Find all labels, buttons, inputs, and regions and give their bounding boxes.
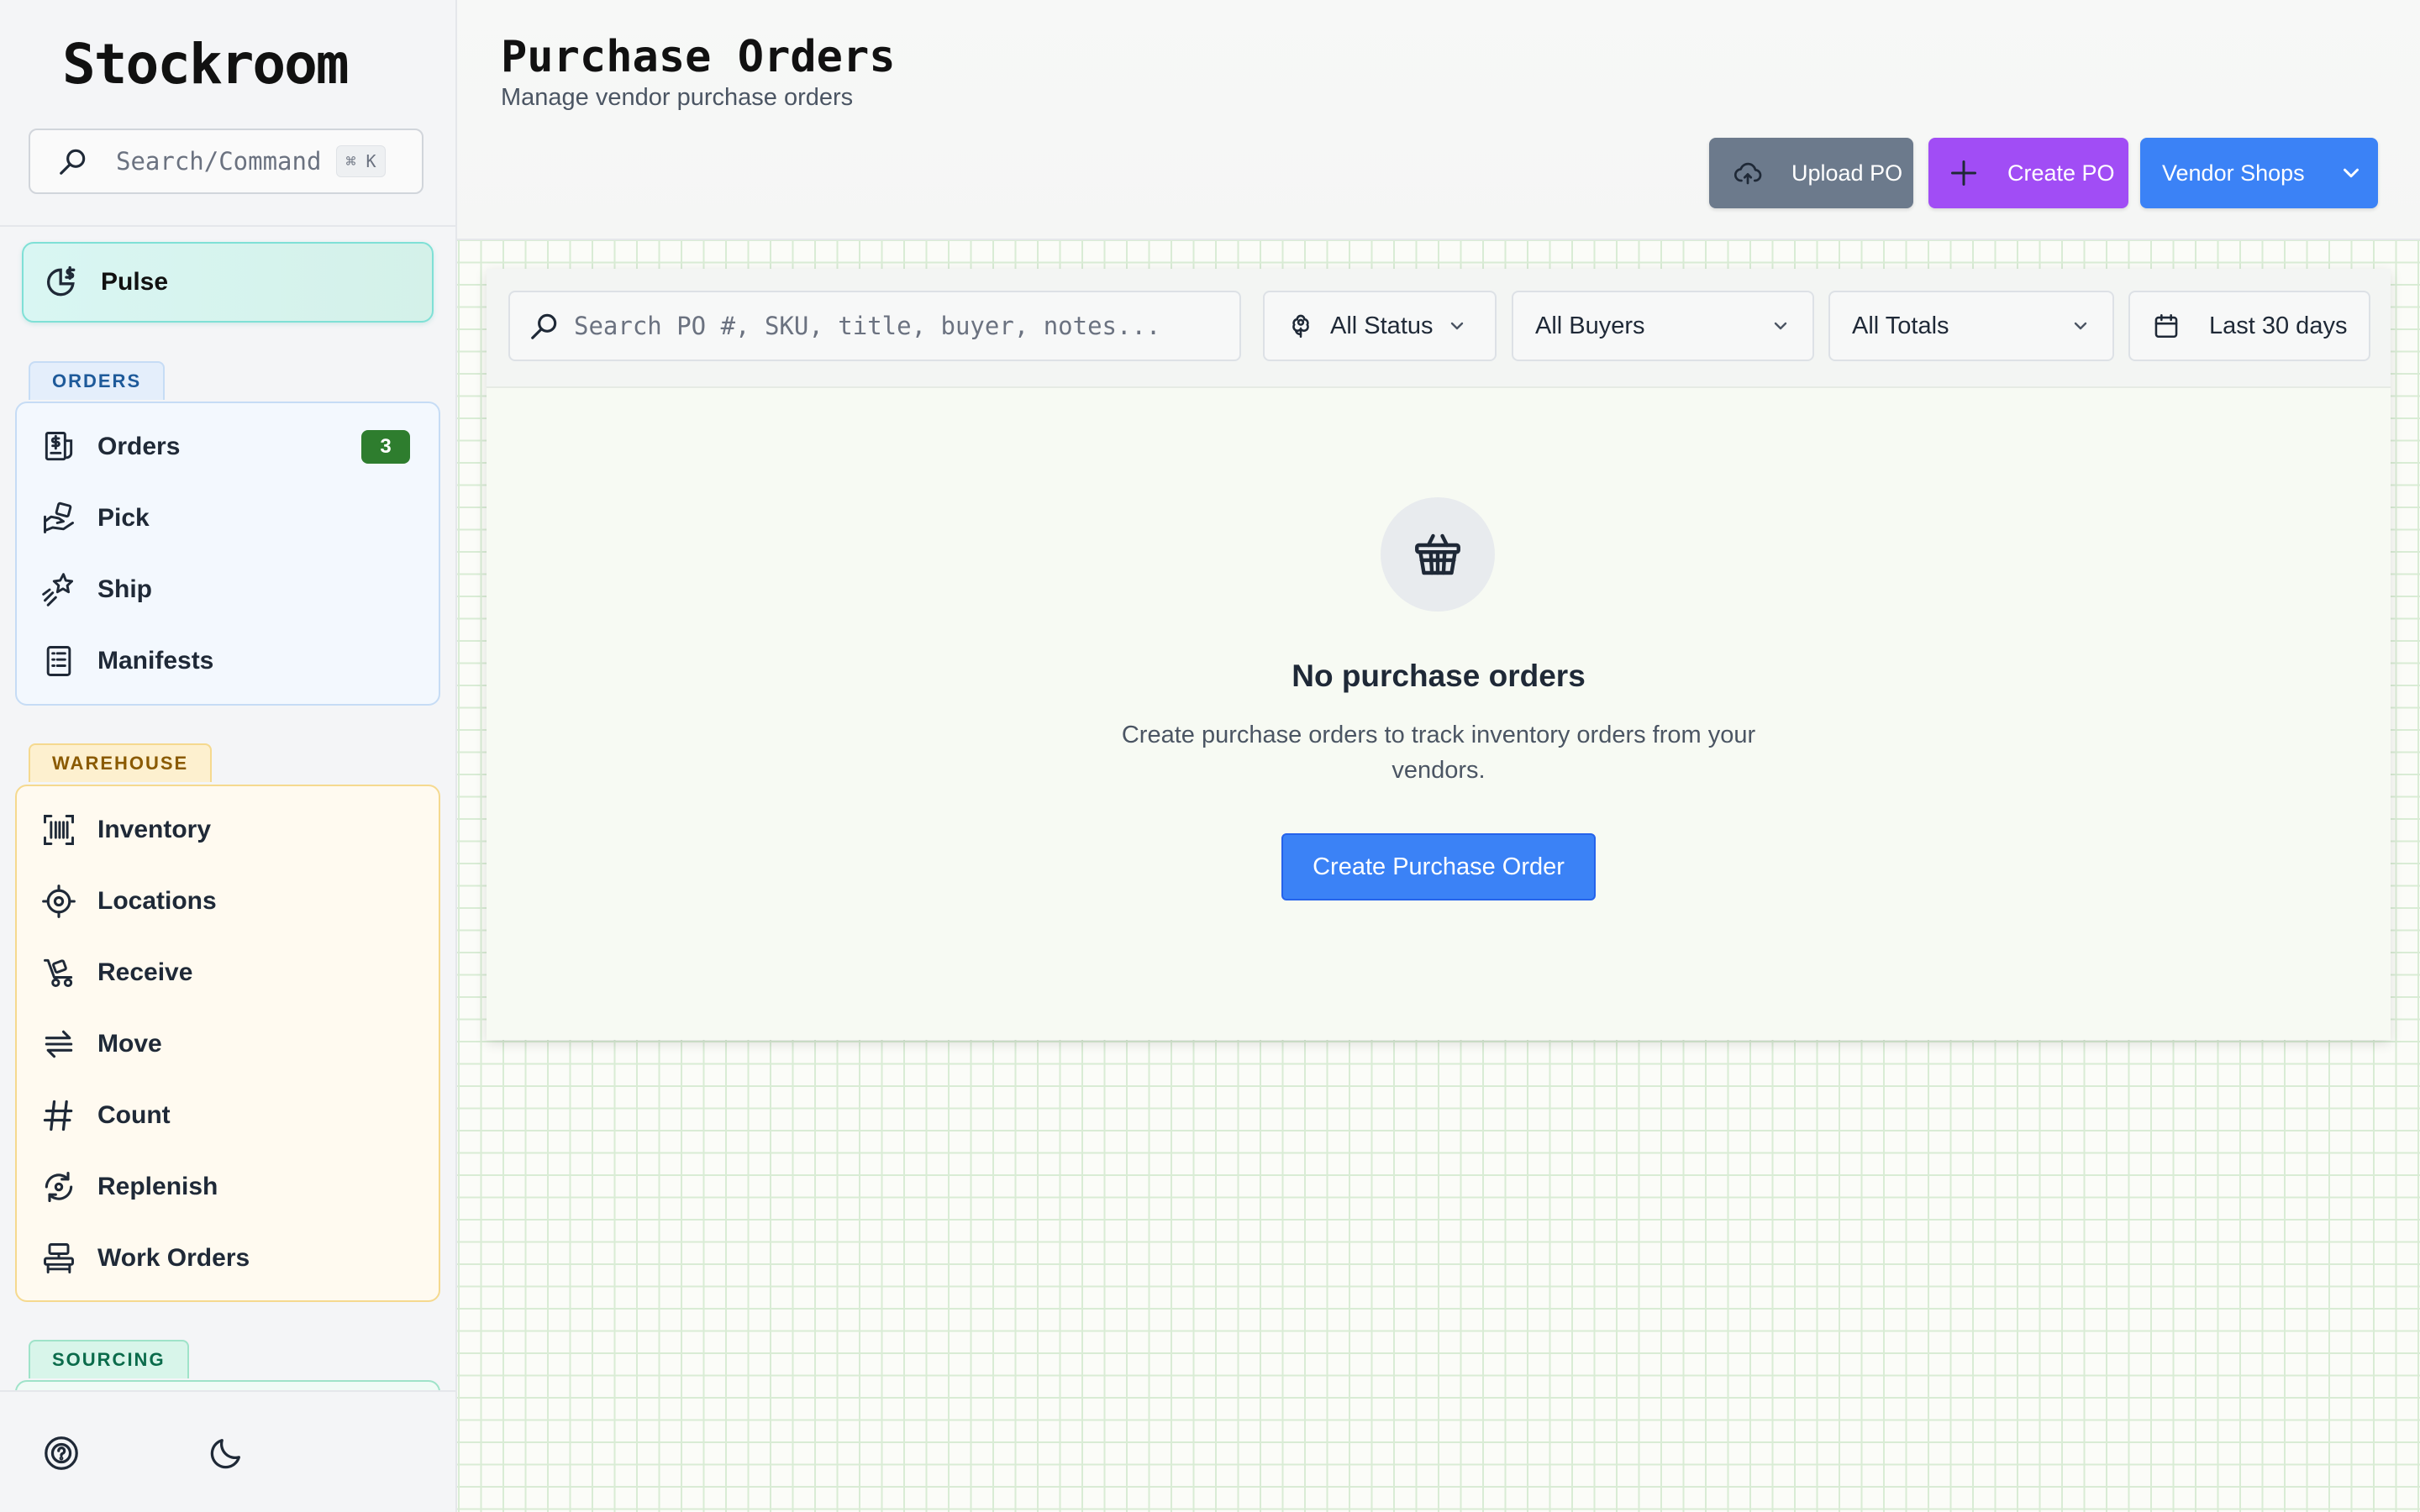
sidebar-item-label: Pick [97,504,150,532]
moon-icon[interactable] [207,1434,245,1473]
sidebar-item-label: Orders [97,433,181,460]
totals-filter-value: All Totals [1852,312,1949,339]
sidebar-item-receive[interactable]: Receive [40,948,435,998]
sidebar-item-label: Move [97,1030,162,1058]
buyers-filter[interactable]: All Buyers [1512,291,1814,361]
workbench-icon [44,1243,74,1273]
section-tag-orders: ORDERS [29,361,166,400]
status-filter-value: All Status [1330,312,1434,339]
date-range-filter[interactable]: Last 30 days [2128,291,2370,361]
page-subtitle: Manage vendor purchase orders [501,84,854,111]
sidebar-item-label: Ship [97,575,152,603]
section-tag-warehouse: WAREHOUSE [29,743,213,782]
hash-icon [43,1100,73,1131]
buyers-filter-value: All Buyers [1535,312,1645,339]
chevron-down-icon [2343,168,2359,178]
dolly-icon [44,958,73,988]
empty-state-description: Create purchase orders to track inventor… [1121,722,1756,784]
sidebar-item-label: Receive [97,958,193,986]
plus-icon [1951,160,1976,186]
upload-po-button[interactable]: Upload PO [1709,138,1913,208]
empty-state-title: No purchase orders [1292,659,1586,693]
nav-group-warehouse: Inventory Locations Receive Move Count R… [15,785,440,1302]
sidebar-item-label: Count [97,1101,171,1129]
sidebar-item-orders[interactable]: Orders 3 [40,422,435,472]
chevron-down-icon [2074,322,2087,330]
calendar-icon [2154,313,2178,339]
command-search[interactable]: Search/Command ⌘ K [29,129,424,194]
sidebar-item-label: Locations [97,887,217,915]
document-list-icon [46,646,71,676]
date-range-value: Last 30 days [2209,312,2348,339]
sidebar: Stockroom Search/Command ⌘ K Pulse ORDER… [0,0,457,1512]
nav-group-orders: Orders 3 Pick Ship Manifests [15,402,440,706]
refresh-icon [45,1171,73,1203]
chevron-down-icon [1774,322,1787,330]
sidebar-item-label: Pulse [101,268,169,296]
crosshair-icon [42,885,76,918]
help-circle-icon[interactable] [42,1434,81,1473]
flower-icon [1292,314,1309,339]
sidebar-item-count[interactable]: Count [40,1090,435,1141]
dollar-receipt-icon [45,432,73,461]
sidebar-footer [0,1390,455,1512]
sidebar-item-replenish[interactable]: Replenish [40,1162,435,1212]
sidebar-divider [0,225,455,227]
vendor-shops-button[interactable]: Vendor Shops [2140,138,2378,208]
sidebar-item-work-orders[interactable]: Work Orders [40,1233,435,1284]
basket-icon [1415,533,1460,575]
app-logo[interactable]: Stockroom [62,32,350,97]
sidebar-item-locations[interactable]: Locations [40,876,435,927]
sidebar-item-label: Replenish [97,1173,218,1200]
sidebar-item-inventory[interactable]: Inventory [40,805,435,855]
sidebar-item-move[interactable]: Move [40,1019,435,1069]
create-po-label: Create PO [2007,160,2115,186]
upload-po-label: Upload PO [1791,160,1903,186]
sidebar-item-label: Manifests [97,647,214,675]
search-icon [60,149,86,175]
shortcut-hint: ⌘ K [336,145,386,177]
po-search-input[interactable]: Search PO #, SKU, title, buyer, notes... [508,291,1241,361]
filter-bar: Search PO #, SKU, title, buyer, notes...… [487,269,2391,388]
vendor-shops-label: Vendor Shops [2162,160,2305,186]
sidebar-item-manifests[interactable]: Manifests [40,636,435,686]
empty-state-icon-wrap [1381,497,1495,612]
pie-chart-dollar-icon [47,265,76,297]
chevron-down-icon [1450,322,1463,330]
status-filter[interactable]: All Status [1263,291,1497,361]
po-search-placeholder: Search PO #, SKU, title, buyer, notes... [574,312,1161,340]
create-purchase-order-button[interactable]: Create Purchase Order [1281,833,1596,900]
shooting-star-icon [42,573,74,606]
section-tag-sourcing: SOURCING [29,1340,189,1378]
command-search-placeholder: Search/Command [116,147,322,176]
totals-filter[interactable]: All Totals [1828,291,2114,361]
sidebar-item-label: Inventory [97,816,212,843]
barcode-scan-icon [44,815,74,845]
search-icon [531,313,557,339]
hand-box-icon [44,501,74,533]
create-po-button[interactable]: Create PO [1928,138,2128,208]
purchase-orders-card: Search PO #, SKU, title, buyer, notes...… [487,269,2391,1040]
sidebar-item-ship[interactable]: Ship [40,564,435,615]
page-title: Purchase Orders [501,32,896,82]
sidebar-item-pick[interactable]: Pick [40,493,435,543]
arrows-transfer-icon [45,1030,73,1058]
sidebar-item-label: Work Orders [97,1244,250,1272]
sidebar-item-pulse[interactable]: Pulse [22,242,434,323]
page-header: Purchase Orders Manage vendor purchase o… [457,0,2420,240]
cloud-upload-icon [1733,162,1762,185]
orders-count-badge: 3 [361,430,410,464]
